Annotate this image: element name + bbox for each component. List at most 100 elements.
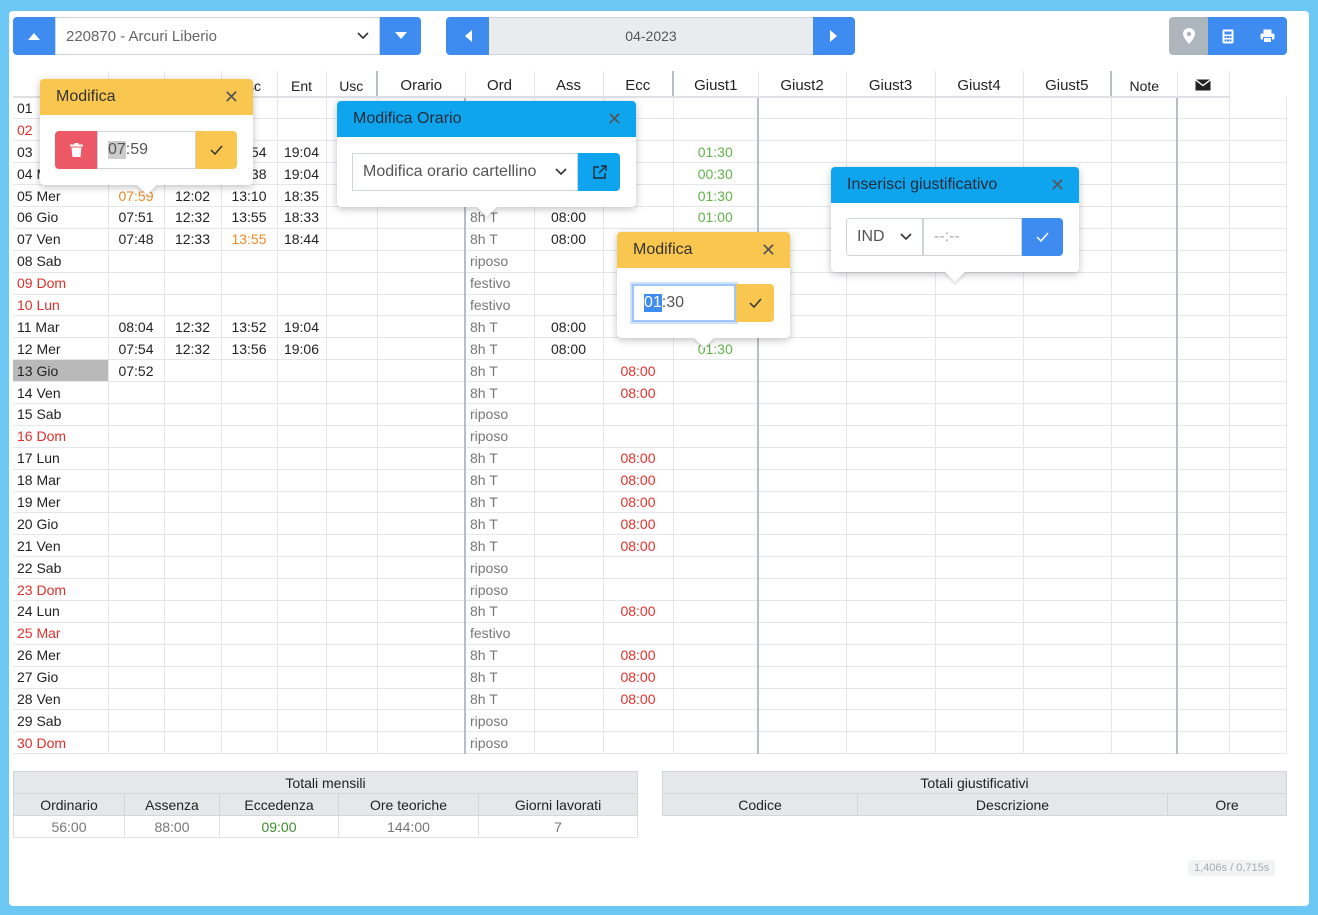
entry2-cell[interactable] bbox=[326, 381, 378, 404]
giust3-cell[interactable] bbox=[935, 425, 1024, 448]
giust4-cell[interactable] bbox=[1023, 644, 1112, 667]
exit1-cell[interactable] bbox=[277, 491, 327, 514]
break-start-cell[interactable] bbox=[164, 250, 222, 273]
excess-cell[interactable] bbox=[673, 731, 759, 755]
giust2-cell[interactable] bbox=[846, 469, 936, 492]
giust5-cell[interactable] bbox=[1111, 447, 1178, 470]
excess-cell[interactable] bbox=[673, 644, 759, 667]
giust3-cell[interactable] bbox=[935, 118, 1024, 142]
schedule-select[interactable]: Modifica orario cartellino bbox=[352, 153, 578, 191]
delete-time-button[interactable] bbox=[55, 131, 97, 169]
giust2-cell[interactable] bbox=[846, 644, 936, 667]
break-end-cell[interactable] bbox=[221, 666, 278, 689]
exit1-cell[interactable] bbox=[277, 425, 327, 448]
note-cell[interactable] bbox=[1177, 709, 1230, 733]
schedule-cell[interactable]: riposo bbox=[465, 403, 535, 426]
exit1-cell[interactable] bbox=[277, 118, 327, 142]
giust5-cell[interactable] bbox=[1111, 644, 1178, 667]
giust1-cell[interactable] bbox=[758, 600, 847, 623]
giust3-cell[interactable] bbox=[935, 709, 1024, 733]
entry1-cell[interactable] bbox=[108, 294, 165, 317]
giust4-cell[interactable] bbox=[1023, 666, 1112, 689]
schedule-cell[interactable]: 8h T bbox=[465, 644, 535, 667]
giust5-cell[interactable] bbox=[1111, 294, 1178, 317]
entry1-cell[interactable] bbox=[108, 250, 165, 273]
break-end-cell[interactable] bbox=[221, 622, 278, 645]
excess-cell[interactable] bbox=[673, 469, 759, 492]
giust3-cell[interactable] bbox=[935, 447, 1024, 470]
giust3-cell[interactable] bbox=[935, 578, 1024, 601]
excess-cell[interactable] bbox=[673, 666, 759, 689]
giust3-cell[interactable] bbox=[935, 359, 1024, 383]
schedule-cell[interactable]: festivo bbox=[465, 272, 535, 295]
break-end-cell[interactable] bbox=[221, 403, 278, 426]
entry1-cell[interactable] bbox=[108, 425, 165, 448]
exit1-cell[interactable]: 19:04 bbox=[277, 162, 327, 186]
schedule-cell[interactable]: 8h T bbox=[465, 491, 535, 514]
break-end-cell[interactable] bbox=[221, 381, 278, 404]
giust4-cell[interactable] bbox=[1023, 600, 1112, 623]
exit2-cell[interactable] bbox=[377, 556, 466, 580]
giust4-cell[interactable] bbox=[1023, 688, 1112, 711]
schedule-cell[interactable]: 8h T bbox=[465, 534, 535, 558]
entry2-cell[interactable] bbox=[326, 425, 378, 448]
giust3-cell[interactable] bbox=[935, 140, 1024, 164]
break-end-cell[interactable] bbox=[221, 425, 278, 448]
giust1-cell[interactable] bbox=[758, 337, 847, 361]
note-cell[interactable] bbox=[1177, 666, 1230, 689]
excess-cell[interactable] bbox=[673, 534, 759, 558]
previous-month-button[interactable] bbox=[446, 17, 489, 55]
break-start-cell[interactable]: 12:33 bbox=[164, 228, 222, 251]
entry1-cell[interactable] bbox=[108, 578, 165, 601]
note-cell[interactable] bbox=[1177, 294, 1230, 317]
close-icon[interactable]: ✕ bbox=[761, 240, 776, 261]
giust4-cell[interactable] bbox=[1023, 359, 1112, 383]
excess-cell[interactable] bbox=[673, 622, 759, 645]
giust2-cell[interactable] bbox=[846, 337, 936, 361]
giust1-cell[interactable] bbox=[758, 578, 847, 601]
entry1-cell[interactable] bbox=[108, 709, 165, 733]
schedule-cell[interactable]: festivo bbox=[465, 294, 535, 317]
entry2-cell[interactable] bbox=[326, 206, 378, 229]
note-cell[interactable] bbox=[1177, 381, 1230, 404]
giust4-cell[interactable] bbox=[1023, 140, 1112, 164]
break-start-cell[interactable] bbox=[164, 294, 222, 317]
excess-cell[interactable] bbox=[673, 556, 759, 580]
entry2-cell[interactable] bbox=[326, 447, 378, 470]
exit2-cell[interactable] bbox=[377, 381, 466, 404]
previous-employee-button[interactable] bbox=[13, 17, 55, 55]
break-end-cell[interactable] bbox=[221, 294, 278, 317]
giust2-cell[interactable] bbox=[846, 491, 936, 514]
giust4-cell[interactable] bbox=[1023, 381, 1112, 404]
next-month-button[interactable] bbox=[813, 17, 855, 55]
entry1-cell[interactable] bbox=[108, 556, 165, 580]
entry2-cell[interactable] bbox=[326, 403, 378, 426]
schedule-cell[interactable]: 8h T bbox=[465, 666, 535, 689]
exit1-cell[interactable] bbox=[277, 447, 327, 470]
open-schedule-button[interactable] bbox=[578, 153, 620, 191]
excess-cell[interactable]: 00:30 bbox=[673, 162, 759, 186]
excess-cell[interactable] bbox=[673, 118, 759, 142]
exit1-cell[interactable] bbox=[277, 600, 327, 623]
exit1-cell[interactable] bbox=[277, 250, 327, 273]
giust4-cell[interactable] bbox=[1023, 534, 1112, 558]
excess-cell[interactable] bbox=[673, 688, 759, 711]
schedule-cell[interactable]: 8h T bbox=[465, 688, 535, 711]
giust4-cell[interactable] bbox=[1023, 315, 1112, 339]
giust1-cell[interactable] bbox=[758, 403, 847, 426]
note-cell[interactable] bbox=[1177, 272, 1230, 295]
exit1-cell[interactable] bbox=[277, 731, 327, 755]
entry2-cell[interactable] bbox=[326, 578, 378, 601]
exit2-cell[interactable] bbox=[377, 688, 466, 711]
giust1-cell[interactable] bbox=[758, 512, 847, 536]
giust2-cell[interactable] bbox=[846, 359, 936, 383]
note-cell[interactable] bbox=[1177, 118, 1230, 142]
schedule-cell[interactable]: 8h T bbox=[465, 206, 535, 229]
confirm-excess-button[interactable] bbox=[736, 284, 774, 322]
note-cell[interactable] bbox=[1177, 140, 1230, 164]
entry2-cell[interactable] bbox=[326, 666, 378, 689]
entry2-cell[interactable] bbox=[326, 556, 378, 580]
break-end-cell[interactable] bbox=[221, 447, 278, 470]
schedule-cell[interactable]: 8h T bbox=[465, 447, 535, 470]
giust2-cell[interactable] bbox=[846, 666, 936, 689]
